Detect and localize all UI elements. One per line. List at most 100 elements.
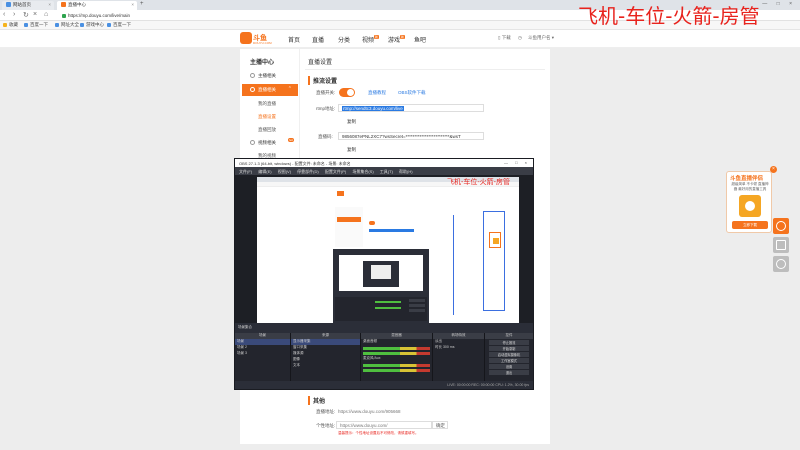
bookmark-item[interactable]: 收藏 — [3, 22, 18, 28]
circle-icon — [250, 140, 255, 145]
volume-meter — [363, 352, 430, 355]
bookmark-item[interactable]: 百度一下 — [24, 22, 48, 28]
close-tab-icon[interactable]: × — [48, 2, 51, 7]
copy-code-button[interactable]: 复制 — [347, 147, 356, 153]
nav-fishbar[interactable]: 鱼吧 — [414, 35, 426, 44]
user-menu[interactable]: 斗鱼用户名 ▾ — [528, 35, 554, 41]
address-bar[interactable]: https://mp.douyu.com/live/main — [58, 12, 558, 20]
nested-obs-deep — [363, 261, 399, 287]
stop-icon[interactable]: × — [33, 11, 37, 18]
rtmp-field[interactable]: rtmp://sendtc3.douyu.com/live — [338, 104, 484, 112]
nav-live[interactable]: 直播 — [312, 35, 324, 44]
sidebar-title: 主播中心 — [250, 60, 275, 66]
nav-video[interactable]: 视频新 — [362, 35, 380, 44]
back-icon[interactable]: ‹ — [3, 11, 5, 18]
nested-obs-panels — [335, 297, 427, 321]
home-side-icon[interactable] — [773, 237, 789, 253]
new-tab-button[interactable]: + — [140, 1, 144, 7]
obs-sources-panel[interactable]: 来源 显示器采集 窗口采集 媒体源 图像 文本 — [291, 333, 361, 381]
obs-scenes-panel[interactable]: 场景 场景 场景 2 场景 3 — [235, 333, 291, 381]
nav-game[interactable]: 游戏新 — [388, 35, 406, 44]
nested-selection-box — [483, 211, 505, 311]
lock-icon — [62, 13, 66, 18]
copy-rtmp-button[interactable]: 复制 — [347, 119, 356, 125]
home-icon[interactable]: ⌂ — [44, 11, 48, 18]
sidebar-item-video[interactable]: 视频相关 hot — [242, 137, 298, 149]
obs-menu-item[interactable]: 场景集合(S) — [352, 169, 373, 174]
source-row[interactable]: 文本 — [291, 363, 360, 369]
sidebar-item-my-live[interactable]: 我的直播 — [242, 98, 298, 110]
obs-window-controls[interactable]: — □ × — [504, 160, 530, 165]
obs-preview[interactable]: 飞机-车位-火箭-房管 — [235, 175, 533, 325]
toggle-knob — [347, 89, 354, 96]
obs-download-link[interactable]: OBS软件下载 — [398, 90, 426, 96]
circle-icon — [250, 73, 255, 78]
nav-category[interactable]: 分类 — [338, 35, 350, 44]
volume-meter — [363, 369, 430, 372]
browser-tab-live[interactable]: 直播中心 × — [57, 1, 137, 10]
volume-meter — [363, 364, 430, 367]
virtual-camera-button[interactable]: 启动虚拟摄像机 — [489, 352, 529, 357]
scene-row[interactable]: 场景 3 — [235, 351, 290, 357]
obs-menu-item[interactable]: 文件(F) — [239, 169, 252, 174]
obs-scene-bar: 场景集合 — [235, 323, 533, 333]
start-record-button[interactable]: 开始录制 — [489, 346, 529, 351]
browser-tab-home[interactable]: 网站首页 × — [2, 1, 54, 10]
stream-code-field[interactable]: 9856087ePNL2XC7?wsSecret=***************… — [338, 132, 484, 140]
app-icon — [739, 195, 761, 217]
promo-desc: 超级简单 不卡顿 直播神器 最好用的直播工具 — [731, 182, 769, 191]
bookmark-item[interactable]: 百度一下 — [107, 22, 131, 28]
forward-icon[interactable]: › — [13, 11, 15, 18]
bookmark-item[interactable]: 网址大全 — [55, 22, 79, 28]
reload-icon[interactable]: ↻ — [23, 11, 29, 19]
new-badge: 新 — [400, 35, 406, 39]
obs-menu-item[interactable]: 帮助(H) — [399, 169, 413, 174]
site-header: 斗鱼 DOUYU.COM 首页 直播 分类 视频新 游戏新 鱼吧 ▯ 下载 ◷ … — [0, 30, 800, 48]
confirm-button[interactable]: 确定 — [432, 421, 448, 429]
hot-badge: hot — [287, 138, 294, 142]
circle-icon — [250, 87, 255, 92]
url-text: https://mp.douyu.com/live/main — [68, 13, 131, 18]
settings-button[interactable]: 设置 — [489, 364, 529, 369]
custom-address-field[interactable]: https://www.douyu.com/ — [336, 421, 432, 429]
nested-rtmp — [369, 229, 414, 232]
live-address-label: 直播地址: — [316, 409, 336, 414]
bookmark-icon — [107, 22, 111, 27]
download-link[interactable]: ▯ 下载 — [498, 35, 511, 41]
obs-window[interactable]: OBS 27.1.3 (64-bit, windows) - 配置文件: 未命名… — [234, 158, 534, 390]
stop-stream-button[interactable]: 停止推流 — [489, 340, 529, 345]
sidebar-item-live[interactable]: 直播相关 ⌃ — [242, 84, 298, 96]
window-controls[interactable]: — □ × — [762, 1, 796, 7]
obs-transitions-panel[interactable]: 转场特效 淡出 时长 300 ms — [433, 333, 485, 381]
live-toggle[interactable] — [339, 88, 355, 97]
sidebar-item-live-settings[interactable]: 直播设置 — [242, 111, 298, 123]
douyu-logo[interactable]: 斗鱼 DOUYU.COM — [240, 32, 272, 45]
promo-widget[interactable]: 斗鱼直播伴侣 超级简单 不卡顿 直播神器 最好用的直播工具 立即下载 — [726, 171, 772, 233]
settings-side-icon[interactable] — [773, 256, 789, 272]
obs-menu-item[interactable]: 编辑(E) — [258, 169, 271, 174]
obs-menu-item[interactable]: 视图(V) — [278, 169, 291, 174]
history-icon[interactable]: ◷ — [518, 35, 522, 41]
obs-mixer-panel[interactable]: 混音器 桌面音频 麦克风/Aux — [361, 333, 433, 381]
exit-button[interactable]: 退出 — [489, 370, 529, 375]
tutorial-link[interactable]: 直播教程 — [368, 90, 386, 96]
page-title: 直播设置 — [308, 60, 333, 66]
obs-menu-item[interactable]: 工具(T) — [380, 169, 393, 174]
promo-download-button[interactable]: 立即下载 — [732, 221, 768, 229]
play-icon[interactable] — [773, 218, 789, 234]
favicon-icon — [61, 2, 66, 8]
obs-menu-item[interactable]: 停靠部件(D) — [297, 169, 319, 174]
transition-duration[interactable]: 时长 300 ms — [433, 345, 484, 351]
obs-controls-panel[interactable]: 控件 停止推流 开始录制 启动虚拟摄像机 工作室模式 设置 退出 — [485, 333, 533, 381]
sidebar-item-anchor[interactable]: 主播相关 — [242, 70, 298, 82]
live-address-value: https://www.douyu.com/905668 — [338, 409, 401, 414]
bookmark-item[interactable]: 游戏中心 — [80, 22, 104, 28]
obs-menu-item[interactable]: 配置文件(P) — [325, 169, 346, 174]
nav-home[interactable]: 首页 — [288, 35, 300, 44]
volume-meter — [363, 347, 430, 350]
obs-canvas: 飞机-车位-火箭-房管 — [257, 177, 519, 325]
close-tab-icon[interactable]: × — [131, 2, 134, 7]
sidebar-item-replay[interactable]: 直播回放 — [242, 124, 298, 136]
studio-mode-button[interactable]: 工作室模式 — [489, 358, 529, 363]
rtmp-label: rtmp地址: — [316, 106, 336, 111]
